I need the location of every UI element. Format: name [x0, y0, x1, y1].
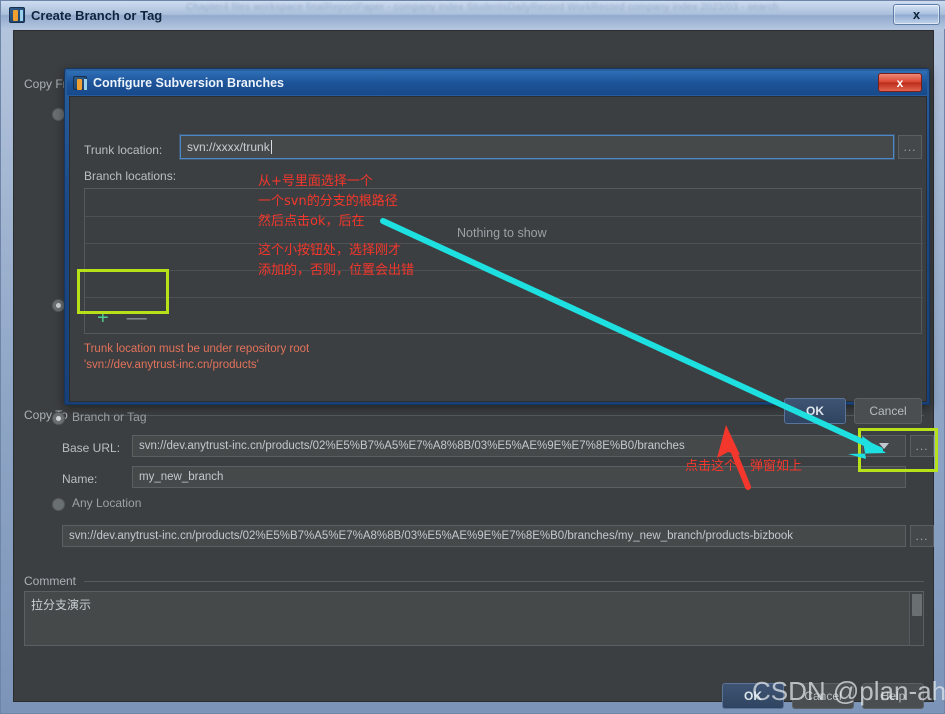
base-url-input[interactable]: svn://dev.anytrust-inc.cn/products/02%E5…: [132, 435, 864, 457]
name-label: Name:: [62, 472, 98, 486]
watermark-text: CSDN @plan-ahead: [752, 676, 945, 706]
comment-label: Comment: [24, 574, 77, 588]
config-dialog-body: Trunk location: svn://xxxx/trunk ... Bra…: [69, 96, 927, 424]
list-divider: [85, 270, 923, 271]
branch-locations-label: Branch locations:: [84, 169, 177, 183]
annotation-note-3: 点击这个，弹窗如上: [685, 459, 803, 474]
trunk-location-browse-button[interactable]: ...: [898, 135, 922, 159]
close-icon[interactable]: x: [878, 73, 922, 92]
configure-subversion-branches-dialog: Configure Subversion Branches x Trunk lo…: [64, 68, 930, 424]
divider: [84, 580, 924, 582]
highlight-box-add-remove: [77, 269, 169, 314]
list-toolbar: + —: [84, 302, 922, 334]
any-location-radio[interactable]: [52, 498, 65, 511]
any-location-input[interactable]: svn://dev.anytrust-inc.cn/products/02%E5…: [62, 525, 906, 547]
config-titlebar: Configure Subversion Branches x: [67, 71, 927, 95]
branch-or-tag-label: Branch or Tag: [72, 410, 147, 424]
any-location-label: Any Location: [72, 496, 142, 510]
any-location-browse-button[interactable]: ...: [910, 525, 934, 547]
branch-locations-list[interactable]: [84, 188, 923, 313]
trunk-location-value: svn://xxxx/trunk: [187, 140, 270, 154]
main-titlebar: Chapter4 files workspace finalReportPape…: [1, 1, 945, 29]
trunk-location-label: Trunk location:: [84, 143, 163, 157]
trunk-location-input[interactable]: svn://xxxx/trunk: [180, 135, 894, 159]
annotation-note-2-line-2: 添加的，否则，位置会出错: [258, 263, 415, 278]
close-icon[interactable]: x: [893, 4, 940, 25]
config-cancel-button[interactable]: Cancel: [854, 398, 922, 424]
empty-list-message: Nothing to show: [457, 226, 547, 240]
highlight-box-dropdown: [858, 428, 938, 472]
annotation-note-2-line-1: 这个小按钮处，选择刚才: [258, 243, 402, 258]
text-caret: [270, 140, 272, 154]
list-divider: [85, 216, 923, 217]
annotation-note-1-line-3: 然后点击ok，后在: [258, 214, 365, 229]
intellij-app-icon: [73, 76, 87, 90]
main-window-title: Create Branch or Tag: [31, 7, 163, 23]
titlebar-background-text: Chapter4 files workspace finalReportPape…: [186, 2, 779, 13]
comment-scrollbar-thumb[interactable]: [912, 594, 922, 616]
branch-or-tag-radio[interactable]: [52, 412, 65, 425]
comment-group: Comment: [24, 574, 924, 588]
config-ok-button[interactable]: OK: [784, 398, 846, 424]
annotation-note-1-line-1: 从+号里面选择一个: [258, 174, 373, 189]
comment-textarea[interactable]: 拉分支演示: [24, 591, 924, 646]
base-url-label: Base URL:: [62, 441, 121, 455]
list-divider: [85, 297, 923, 298]
intellij-app-icon: [9, 7, 25, 23]
comment-scrollbar[interactable]: [909, 592, 923, 645]
annotation-note-1-line-2: 一个svn的分支的根路径: [258, 194, 398, 209]
error-message-line-2: 'svn://dev.anytrust-inc.cn/products': [84, 359, 259, 371]
list-divider: [85, 243, 923, 244]
error-message-line-1: Trunk location must be under repository …: [84, 343, 310, 355]
config-dialog-title: Configure Subversion Branches: [93, 76, 285, 90]
